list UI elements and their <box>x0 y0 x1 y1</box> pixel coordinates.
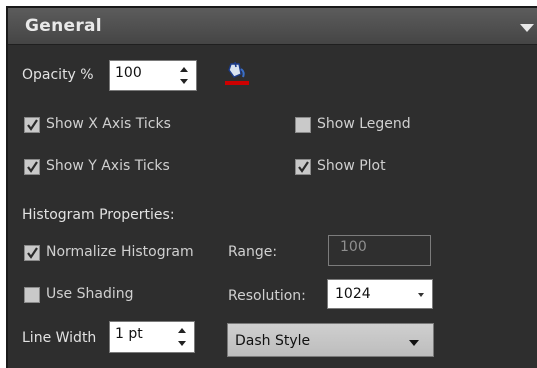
use-shading-checkbox[interactable] <box>24 287 40 303</box>
fill-color-button[interactable] <box>224 60 250 88</box>
opacity-value: 100 <box>115 65 142 81</box>
show-plot-label: Show Plot <box>317 158 386 174</box>
dash-style-dropdown[interactable]: Dash Style <box>227 323 434 357</box>
chevron-down-icon <box>409 340 419 346</box>
resolution-label: Resolution: <box>228 288 306 304</box>
line-width-label: Line Width <box>22 330 97 346</box>
line-width-spinner[interactable]: 1 pt <box>109 321 195 353</box>
opacity-spinner[interactable]: 100 <box>109 60 197 91</box>
spin-up-icon[interactable] <box>178 328 186 333</box>
spin-down-icon[interactable] <box>180 79 188 84</box>
general-panel: General Opacity % 100 Show X Axis Ticks … <box>6 6 537 368</box>
show-y-axis-ticks-label: Show Y Axis Ticks <box>46 158 170 174</box>
chevron-down-icon <box>418 293 424 297</box>
resolution-value: 1024 <box>335 286 371 302</box>
normalize-histogram-label: Normalize Histogram <box>46 244 194 260</box>
show-plot-checkbox[interactable] <box>295 159 311 175</box>
checkmark-icon <box>27 119 38 131</box>
opacity-label: Opacity % <box>22 67 94 83</box>
checkmark-icon <box>298 161 309 173</box>
line-width-value: 1 pt <box>115 326 143 342</box>
spin-down-icon[interactable] <box>178 341 186 346</box>
dash-style-value: Dash Style <box>235 333 311 349</box>
section-header[interactable]: General <box>8 8 537 45</box>
checkmark-icon <box>27 247 38 259</box>
checkmark-icon <box>27 161 38 173</box>
show-legend-checkbox[interactable] <box>295 117 311 133</box>
resolution-dropdown[interactable]: 1024 <box>327 279 433 309</box>
show-y-axis-ticks-checkbox[interactable] <box>24 159 40 175</box>
normalize-histogram-checkbox[interactable] <box>24 245 40 261</box>
collapse-arrow-icon[interactable] <box>520 24 534 32</box>
histogram-properties-heading: Histogram Properties: <box>22 207 175 223</box>
range-input[interactable]: 100 <box>328 235 431 266</box>
show-legend-label: Show Legend <box>317 116 411 132</box>
range-label: Range: <box>228 244 278 260</box>
spin-up-icon[interactable] <box>180 67 188 72</box>
range-value: 100 <box>340 239 367 255</box>
section-title: General <box>25 16 102 36</box>
show-x-axis-ticks-label: Show X Axis Ticks <box>46 116 171 132</box>
show-x-axis-ticks-checkbox[interactable] <box>24 117 40 133</box>
paint-bucket-icon <box>225 61 249 85</box>
use-shading-label: Use Shading <box>46 286 134 302</box>
